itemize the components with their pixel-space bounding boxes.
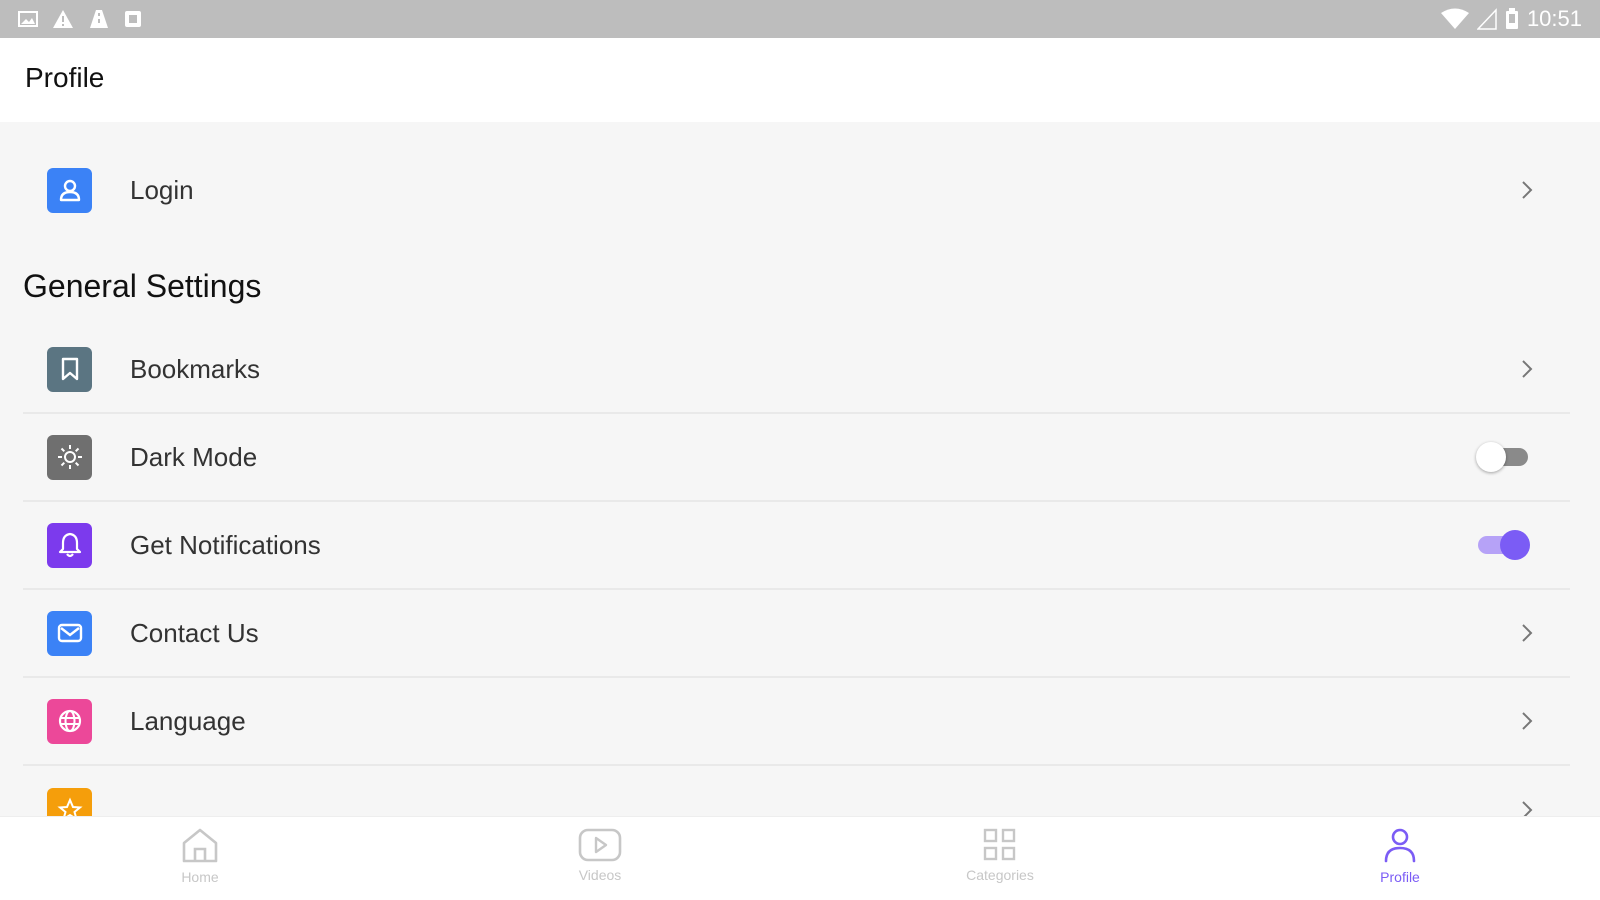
- chevron-right-icon: [1522, 801, 1533, 816]
- bell-icon: [47, 522, 92, 568]
- settings-item-label: Bookmarks: [130, 353, 261, 384]
- nav-item-home[interactable]: Home: [140, 827, 260, 897]
- bottom-navigation: Home Videos Categories Profile: [0, 816, 1600, 900]
- mail-icon: [47, 610, 92, 656]
- nav-item-categories[interactable]: Categories: [940, 827, 1060, 897]
- nav-label: Home: [181, 869, 219, 885]
- nav-item-videos[interactable]: Videos: [540, 827, 660, 897]
- settings-item-rate-us[interactable]: [23, 766, 1570, 816]
- app-notification-icon: [125, 11, 141, 27]
- profile-content: Login General Settings Bookmarks Dark Mo…: [0, 122, 1600, 816]
- status-bar: 10:51: [0, 0, 1600, 38]
- grid-icon: [983, 828, 1016, 861]
- dark-mode-toggle[interactable]: [1476, 440, 1530, 474]
- section-title-general-settings: General Settings: [23, 268, 262, 304]
- nav-label: Categories: [966, 867, 1034, 883]
- settings-item-label: Get Notifications: [130, 529, 321, 560]
- toggle-thumb: [1476, 442, 1506, 472]
- settings-item-label: Language: [130, 705, 246, 736]
- settings-item-notifications: Get Notifications: [23, 502, 1570, 590]
- settings-item-label: Dark Mode: [130, 441, 258, 472]
- login-label: Login: [130, 174, 194, 205]
- login-row[interactable]: Login: [23, 146, 1570, 234]
- nav-label: Videos: [578, 867, 622, 883]
- globe-icon: [47, 698, 92, 744]
- chevron-right-icon: [1522, 360, 1533, 378]
- chevron-right-icon: [1522, 181, 1533, 199]
- bookmark-icon: [47, 346, 92, 392]
- road-notification-icon: [90, 10, 108, 28]
- signal-icon: [1476, 8, 1497, 30]
- toggle-thumb: [1500, 530, 1530, 560]
- wifi-icon: [1440, 8, 1469, 29]
- sun-icon: [47, 434, 92, 480]
- chevron-right-icon: [1522, 712, 1533, 730]
- home-icon: [182, 828, 218, 863]
- settings-item-bookmarks[interactable]: Bookmarks: [23, 326, 1570, 414]
- nav-item-profile[interactable]: Profile: [1340, 827, 1460, 897]
- notifications-toggle[interactable]: [1476, 528, 1530, 562]
- profile-icon: [1384, 828, 1416, 863]
- play-icon: [578, 828, 622, 862]
- warning-icon: [53, 10, 73, 28]
- status-system-icons: 10:51: [1440, 6, 1582, 32]
- status-notification-icons: [18, 8, 142, 30]
- status-time: 10:51: [1526, 6, 1582, 31]
- settings-item-language[interactable]: Language: [23, 678, 1570, 766]
- image-notification-icon: [18, 11, 38, 27]
- battery-icon: [1505, 8, 1518, 29]
- settings-item-dark-mode: Dark Mode: [23, 414, 1570, 502]
- chevron-right-icon: [1522, 624, 1533, 642]
- nav-label: Profile: [1380, 869, 1420, 885]
- settings-item-label: Contact Us: [130, 617, 259, 648]
- settings-item-contact-us[interactable]: Contact Us: [23, 590, 1570, 678]
- app-bar: Profile: [0, 38, 1600, 122]
- user-icon: [47, 167, 92, 213]
- star-icon: [47, 787, 92, 816]
- page-title: Profile: [25, 62, 105, 93]
